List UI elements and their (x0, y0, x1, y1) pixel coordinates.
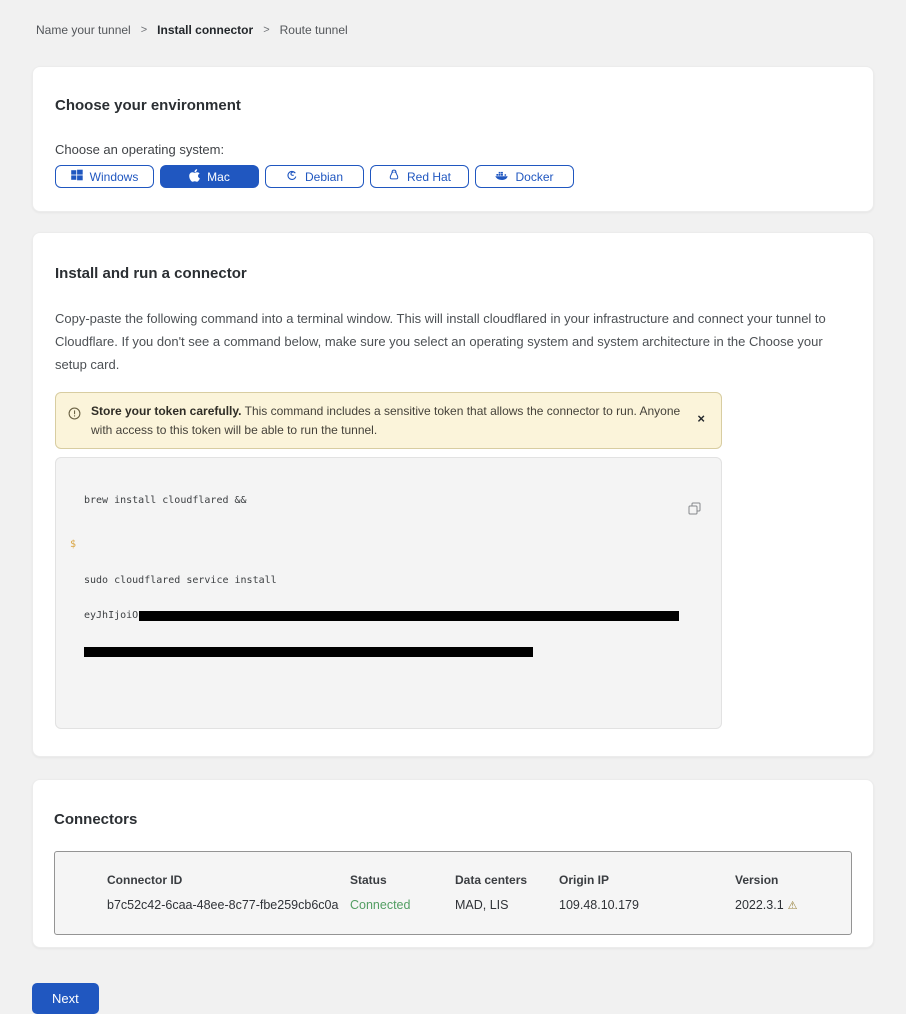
code-line-token-2 (84, 646, 681, 658)
install-card: Install and run a connector Copy-paste t… (32, 232, 874, 757)
copy-icon[interactable] (664, 485, 703, 535)
install-description: Copy-paste the following command into a … (55, 308, 851, 376)
install-card-title: Install and run a connector (55, 265, 851, 282)
os-button-mac[interactable]: Mac (160, 165, 259, 188)
os-select-label: Choose an operating system: (55, 142, 851, 157)
apple-icon (189, 169, 200, 185)
token-warning-text: Store your token carefully. This command… (91, 402, 683, 439)
table-row: b7c52c42-6caa-48ee-8c77-fbe259cb6c0a Con… (55, 898, 851, 912)
os-button-redhat[interactable]: Red Hat (370, 165, 469, 188)
breadcrumb-name-your-tunnel[interactable]: Name your tunnel (36, 23, 131, 37)
col-header-version: Version (735, 873, 851, 887)
table-header-row: Connector ID Status Data centers Origin … (55, 873, 851, 887)
os-button-group: Windows Mac Debian (55, 165, 851, 188)
os-button-label: Docker (515, 170, 553, 184)
version-value: 2022.3.1 (735, 898, 784, 912)
windows-icon (71, 169, 83, 184)
breadcrumb-install-connector[interactable]: Install connector (157, 23, 253, 37)
debian-icon (286, 169, 298, 184)
code-line-sudo: sudo cloudflared service install (84, 575, 681, 587)
close-icon[interactable]: × (693, 410, 709, 427)
token-prefix: eyJhIjoiO (84, 610, 138, 621)
connectors-table: Connector ID Status Data centers Origin … (54, 851, 852, 935)
next-button[interactable]: Next (32, 983, 99, 1014)
os-button-windows[interactable]: Windows (55, 165, 154, 188)
breadcrumb: Name your tunnel > Install connector > R… (0, 0, 906, 37)
install-command-codeblock: brew install cloudflared && $ sudo cloud… (55, 457, 722, 729)
col-header-origin-ip: Origin IP (559, 873, 735, 887)
connectors-card-title: Connectors (54, 811, 852, 828)
environment-card-title: Choose your environment (55, 97, 851, 114)
col-header-status: Status (350, 873, 455, 887)
connectors-card: Connectors Connector ID Status Data cent… (32, 779, 874, 948)
os-button-label: Mac (207, 170, 230, 184)
cell-version: 2022.3.1 ⚠ (735, 898, 851, 912)
redacted-token-bar (139, 611, 679, 621)
code-line-brew: brew install cloudflared && (84, 495, 681, 507)
docker-icon (495, 170, 508, 184)
shell-prompt: $ (70, 539, 76, 551)
breadcrumb-route-tunnel[interactable]: Route tunnel (280, 23, 348, 37)
code-group-service-install: $ sudo cloudflared service install eyJhI… (84, 539, 681, 681)
os-button-label: Windows (90, 170, 139, 184)
breadcrumb-separator: > (141, 24, 147, 36)
token-warning-bold: Store your token carefully. (91, 404, 242, 418)
token-warning-banner: Store your token carefully. This command… (55, 392, 722, 449)
environment-card: Choose your environment Choose an operat… (32, 66, 874, 212)
os-button-debian[interactable]: Debian (265, 165, 364, 188)
breadcrumb-separator: > (263, 24, 269, 36)
os-button-label: Debian (305, 170, 343, 184)
code-line-token: eyJhIjoiO (84, 610, 681, 622)
redhat-icon (388, 169, 400, 185)
alert-circle-icon (68, 407, 81, 426)
redacted-token-bar (84, 647, 533, 657)
cell-connector-id: b7c52c42-6caa-48ee-8c77-fbe259cb6c0a (107, 898, 350, 912)
col-header-connector-id: Connector ID (107, 873, 350, 887)
col-header-data-centers: Data centers (455, 873, 559, 887)
status-badge: Connected (350, 898, 455, 912)
os-button-docker[interactable]: Docker (475, 165, 574, 188)
cell-origin-ip: 109.48.10.179 (559, 898, 735, 912)
version-warning-icon: ⚠ (788, 900, 798, 912)
cell-data-centers: MAD, LIS (455, 898, 559, 912)
os-button-label: Red Hat (407, 170, 451, 184)
